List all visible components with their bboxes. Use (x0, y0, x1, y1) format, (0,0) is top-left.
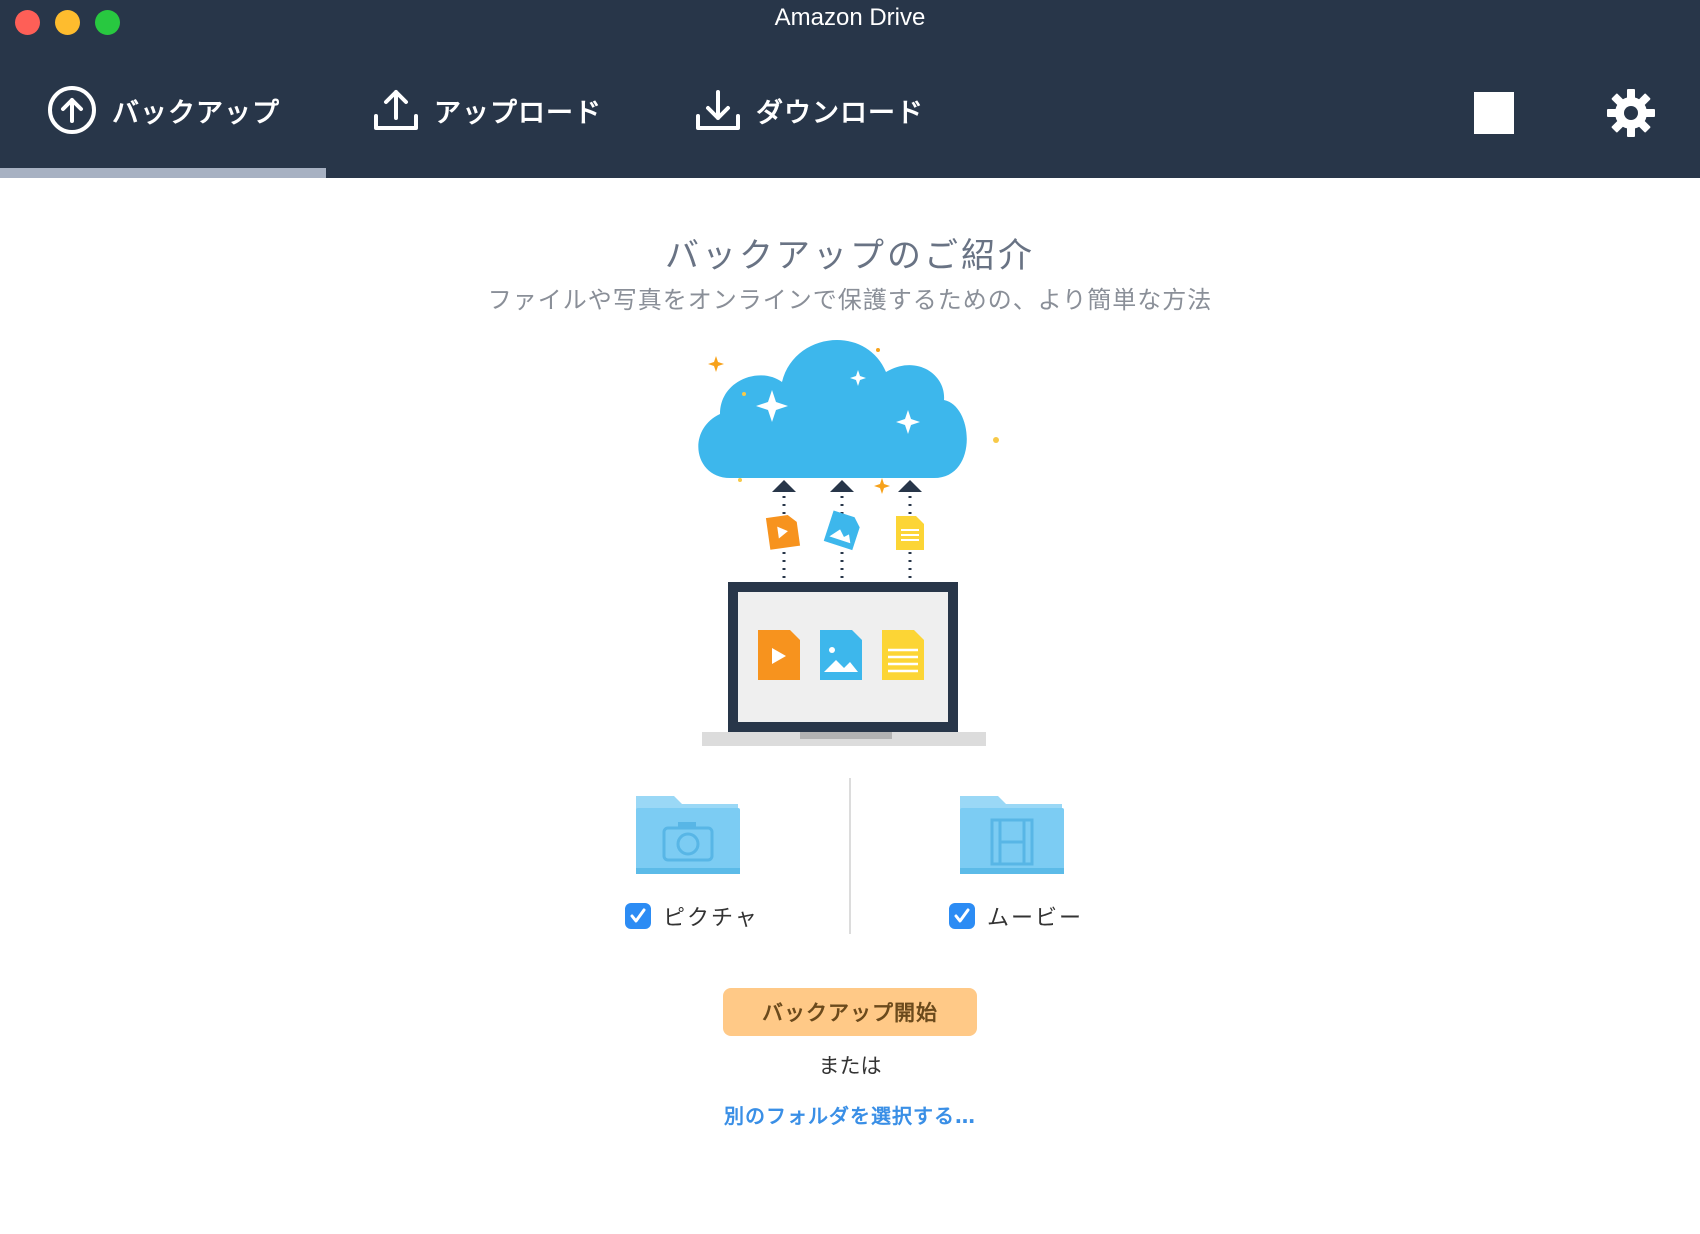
document-file-icon (896, 516, 924, 550)
pause-button[interactable] (1474, 92, 1514, 134)
intro-subtitle: ファイルや写真をオンラインで保護するための、より簡単な方法 (487, 286, 1213, 314)
gear-icon (1606, 89, 1656, 142)
backup-illustration (690, 330, 1010, 754)
download-tray-icon (694, 86, 742, 134)
tab-backup-label: バックアップ (112, 97, 280, 129)
image-file-icon (823, 510, 860, 551)
checkmark-icon (630, 908, 646, 923)
video-file-icon (765, 515, 801, 550)
pictures-checkbox[interactable] (625, 903, 651, 929)
tab-backup[interactable]: バックアップ (46, 78, 280, 142)
pause-icon (1474, 92, 1514, 134)
settings-button[interactable] (1606, 88, 1656, 138)
choose-other-folder-link[interactable]: 別のフォルダを選択する… (0, 1100, 1700, 1129)
movies-label: ムービー (987, 906, 1084, 931)
tab-upload[interactable]: アップロード (372, 78, 602, 142)
start-backup-button[interactable]: バックアップ開始 (723, 988, 977, 1036)
folder-divider (849, 778, 851, 934)
tab-download[interactable]: ダウンロード (694, 78, 924, 142)
pictures-checkbox-row[interactable]: ピクチャ (625, 900, 759, 932)
movies-folder[interactable] (958, 792, 1066, 884)
pictures-label: ピクチャ (663, 906, 759, 931)
pictures-folder[interactable] (634, 792, 742, 884)
camera-folder-icon (634, 796, 742, 884)
tab-download-label: ダウンロード (756, 97, 924, 129)
film-folder-icon (958, 796, 1066, 884)
movies-checkbox[interactable] (949, 903, 975, 929)
or-text: または (818, 1054, 882, 1078)
intro-title: バックアップのご紹介 (665, 236, 1035, 276)
app-header: Amazon Drive バックアップ アップロード ダウンロード (0, 0, 1700, 178)
backup-upload-circle-icon (46, 84, 98, 136)
checkmark-icon (954, 908, 970, 923)
movies-checkbox-row[interactable]: ムービー (949, 900, 1083, 932)
active-tab-indicator (0, 168, 326, 178)
upload-tray-icon (372, 86, 420, 134)
tab-upload-label: アップロード (434, 97, 602, 129)
window-title: Amazon Drive (774, 4, 926, 31)
cloud-icon (698, 339, 967, 478)
